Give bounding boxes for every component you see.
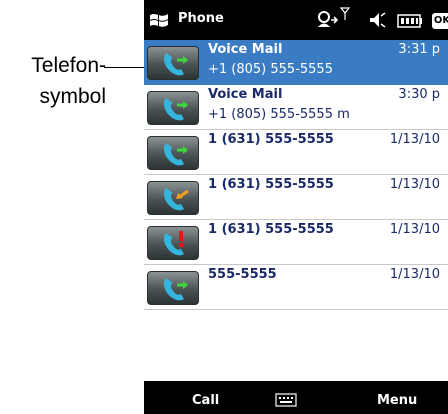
call-row[interactable]: Voice Mail +1 (805) 555-5555 3:31 p — [144, 40, 448, 85]
status-bar: Phone OK — [144, 0, 448, 40]
call-history-list: Voice Mail +1 (805) 555-5555 3:31 p Voic… — [144, 40, 448, 381]
call-time: 1/13/10 — [389, 267, 440, 282]
call-row[interactable]: 1 (631) 555-5555 1/13/10 — [144, 220, 448, 265]
call-time: 3:30 p — [398, 87, 440, 102]
call-row[interactable]: 1 (631) 555-5555 1/13/10 — [144, 175, 448, 220]
phone-screen: Phone OK Voice Mail +1 (805) 555-5555 3:… — [144, 0, 448, 414]
menu-softkey[interactable]: Menu — [377, 393, 417, 408]
call-name: 1 (631) 555-5555 — [208, 132, 334, 147]
call-time: 3:31 p — [398, 42, 440, 57]
call-softkey[interactable]: Call — [192, 393, 219, 408]
softkey-bar: Call Menu — [144, 381, 448, 414]
call-row[interactable]: Voice Mail +1 (805) 555-5555 m 3:30 p — [144, 85, 448, 130]
callout-line-2: symbol — [39, 85, 106, 108]
connectivity-icon[interactable] — [316, 10, 339, 34]
call-number: +1 (805) 555-5555 — [208, 62, 333, 77]
call-number: +1 (805) 555-5555 m — [208, 107, 350, 122]
call-name: Voice Mail — [208, 42, 283, 57]
call-time: 1/13/10 — [389, 132, 440, 147]
phone-outgoing-icon — [147, 271, 199, 305]
call-name: Voice Mail — [208, 87, 283, 102]
call-name: 1 (631) 555-5555 — [208, 222, 334, 237]
call-row[interactable]: 1 (631) 555-5555 1/13/10 — [144, 130, 448, 175]
windows-logo-icon[interactable] — [149, 11, 169, 31]
speaker-icon[interactable] — [368, 10, 386, 34]
call-time: 1/13/10 — [389, 222, 440, 237]
call-name: 1 (631) 555-5555 — [208, 177, 334, 192]
phone-missed-icon — [147, 226, 199, 260]
callout-pointer-line — [104, 67, 148, 68]
phone-outgoing-icon — [147, 136, 199, 170]
signal-icon — [339, 6, 351, 25]
call-time: 1/13/10 — [389, 177, 440, 192]
app-title: Phone — [178, 11, 224, 26]
call-row[interactable]: 555-5555 1/13/10 — [144, 265, 448, 310]
phone-outgoing-icon — [147, 46, 199, 80]
callout-label: Telefon- symbol — [0, 50, 106, 112]
phone-incoming-icon — [147, 181, 199, 215]
ok-button[interactable]: OK — [432, 13, 448, 29]
keyboard-icon[interactable] — [275, 392, 297, 411]
callout-line-1: Telefon- — [31, 54, 106, 77]
call-name: 555-5555 — [208, 267, 277, 282]
phone-outgoing-icon — [147, 91, 199, 125]
battery-icon[interactable] — [397, 13, 423, 33]
